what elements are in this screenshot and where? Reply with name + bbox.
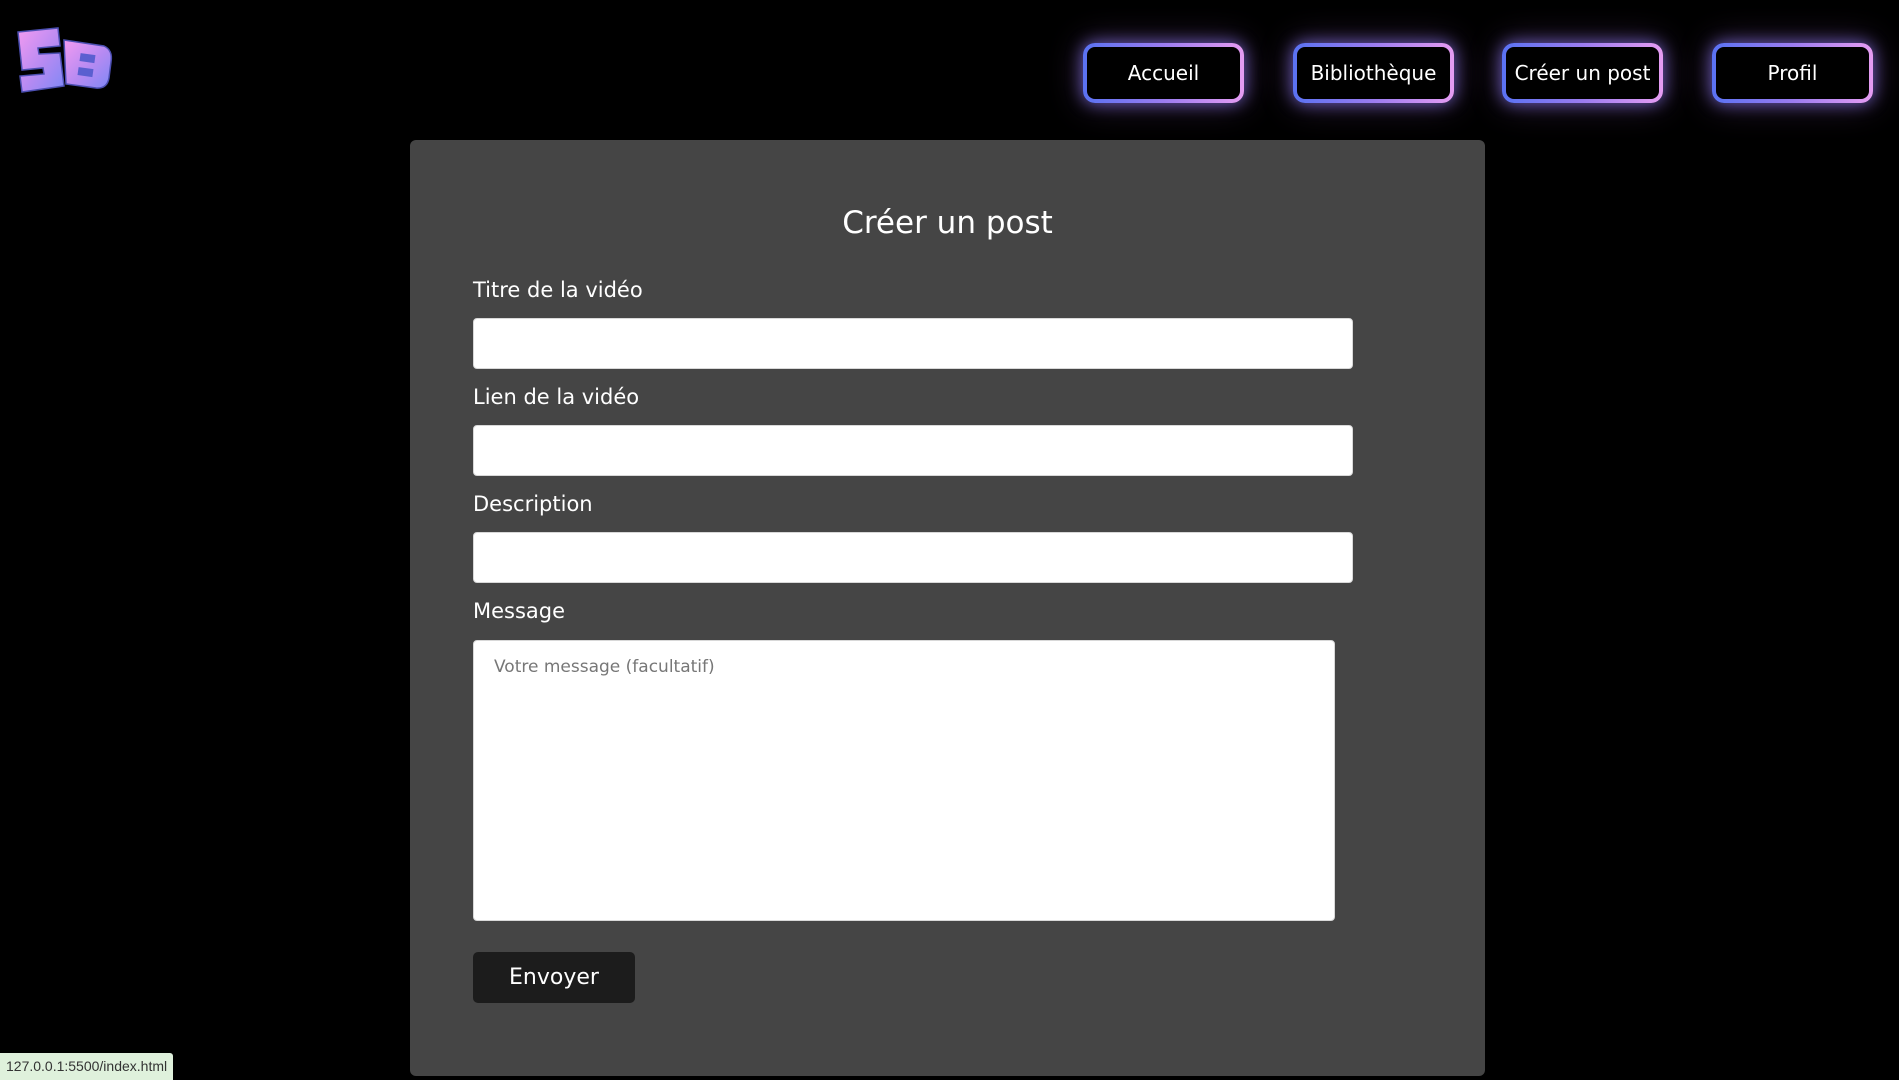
video-link-input[interactable] xyxy=(473,425,1353,476)
form-title: Créer un post xyxy=(842,205,1053,241)
message-textarea[interactable] xyxy=(473,640,1335,921)
main-nav: Accueil Bibliothèque Créer un post Profi… xyxy=(0,43,1899,103)
nav-bibliotheque-label: Bibliothèque xyxy=(1310,61,1437,85)
status-bar-url: 127.0.0.1:5500/index.html xyxy=(0,1053,174,1080)
nav-creer-post-label: Créer un post xyxy=(1514,61,1651,85)
video-link-label: Lien de la vidéo xyxy=(473,385,640,409)
nav-profil-button[interactable]: Profil xyxy=(1712,43,1873,103)
video-title-label: Titre de la vidéo xyxy=(473,278,643,302)
description-label: Description xyxy=(473,492,593,516)
nav-creer-post-button[interactable]: Créer un post xyxy=(1502,43,1663,103)
nav-profil-label: Profil xyxy=(1767,61,1818,85)
description-input[interactable] xyxy=(473,532,1353,583)
nav-accueil-label: Accueil xyxy=(1127,61,1200,85)
nav-bibliotheque-button[interactable]: Bibliothèque xyxy=(1293,43,1454,103)
create-post-form: Créer un post Titre de la vidéo Lien de … xyxy=(410,140,1485,1076)
message-label: Message xyxy=(473,599,566,623)
video-title-input[interactable] xyxy=(473,318,1353,369)
nav-accueil-button[interactable]: Accueil xyxy=(1083,43,1244,103)
submit-button[interactable]: Envoyer xyxy=(473,952,635,1003)
